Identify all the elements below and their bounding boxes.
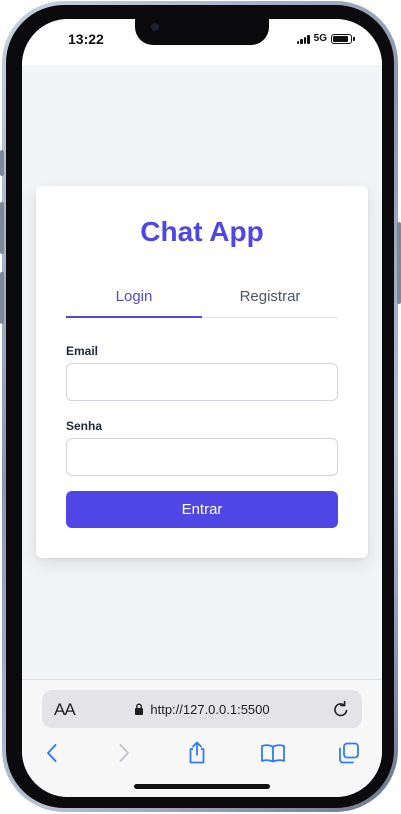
email-field[interactable] xyxy=(66,363,338,401)
front-camera xyxy=(151,23,159,31)
volume-down-button xyxy=(0,272,4,324)
status-indicators: 5G xyxy=(296,33,355,44)
tab-login[interactable]: Login xyxy=(66,282,202,318)
cellular-signal-icon xyxy=(296,34,310,44)
phone-device: 13:22 5G Chat App Login Registrar Email … xyxy=(0,0,401,814)
login-card: Chat App Login Registrar Email Senha Ent… xyxy=(36,186,368,558)
forward-icon[interactable] xyxy=(110,740,136,766)
volume-up-button xyxy=(0,202,4,254)
login-submit-button[interactable]: Entrar xyxy=(66,491,338,528)
back-icon[interactable] xyxy=(40,740,66,766)
lock-icon xyxy=(135,703,144,715)
status-bar: 13:22 5G xyxy=(22,19,382,65)
password-field[interactable] xyxy=(66,438,338,476)
camera-notch xyxy=(135,19,269,45)
power-button xyxy=(397,222,401,304)
auth-tabs: Login Registrar xyxy=(66,282,338,318)
browser-toolbar xyxy=(22,738,382,772)
app-title: Chat App xyxy=(140,216,264,247)
status-time: 13:22 xyxy=(68,31,104,47)
battery-level xyxy=(333,35,349,42)
tabs-icon[interactable] xyxy=(336,740,362,766)
browser-bottom-bar: AA http://127.0.0.1:5500 xyxy=(22,679,382,797)
share-icon[interactable] xyxy=(184,740,210,766)
email-label: Email xyxy=(66,344,99,358)
password-label: Senha xyxy=(66,419,103,433)
home-indicator[interactable] xyxy=(134,784,270,789)
network-type: 5G xyxy=(313,33,327,44)
phone-screen: 13:22 5G Chat App Login Registrar Email … xyxy=(22,19,382,797)
tab-register[interactable]: Registrar xyxy=(202,282,338,317)
address-bar[interactable]: AA http://127.0.0.1:5500 xyxy=(42,690,362,728)
reload-icon[interactable] xyxy=(330,698,352,720)
bookmarks-icon[interactable] xyxy=(260,740,286,766)
url-display[interactable]: http://127.0.0.1:5500 xyxy=(42,690,362,728)
battery-icon xyxy=(331,33,355,44)
mute-switch xyxy=(0,150,4,176)
url-text: http://127.0.0.1:5500 xyxy=(150,701,270,717)
